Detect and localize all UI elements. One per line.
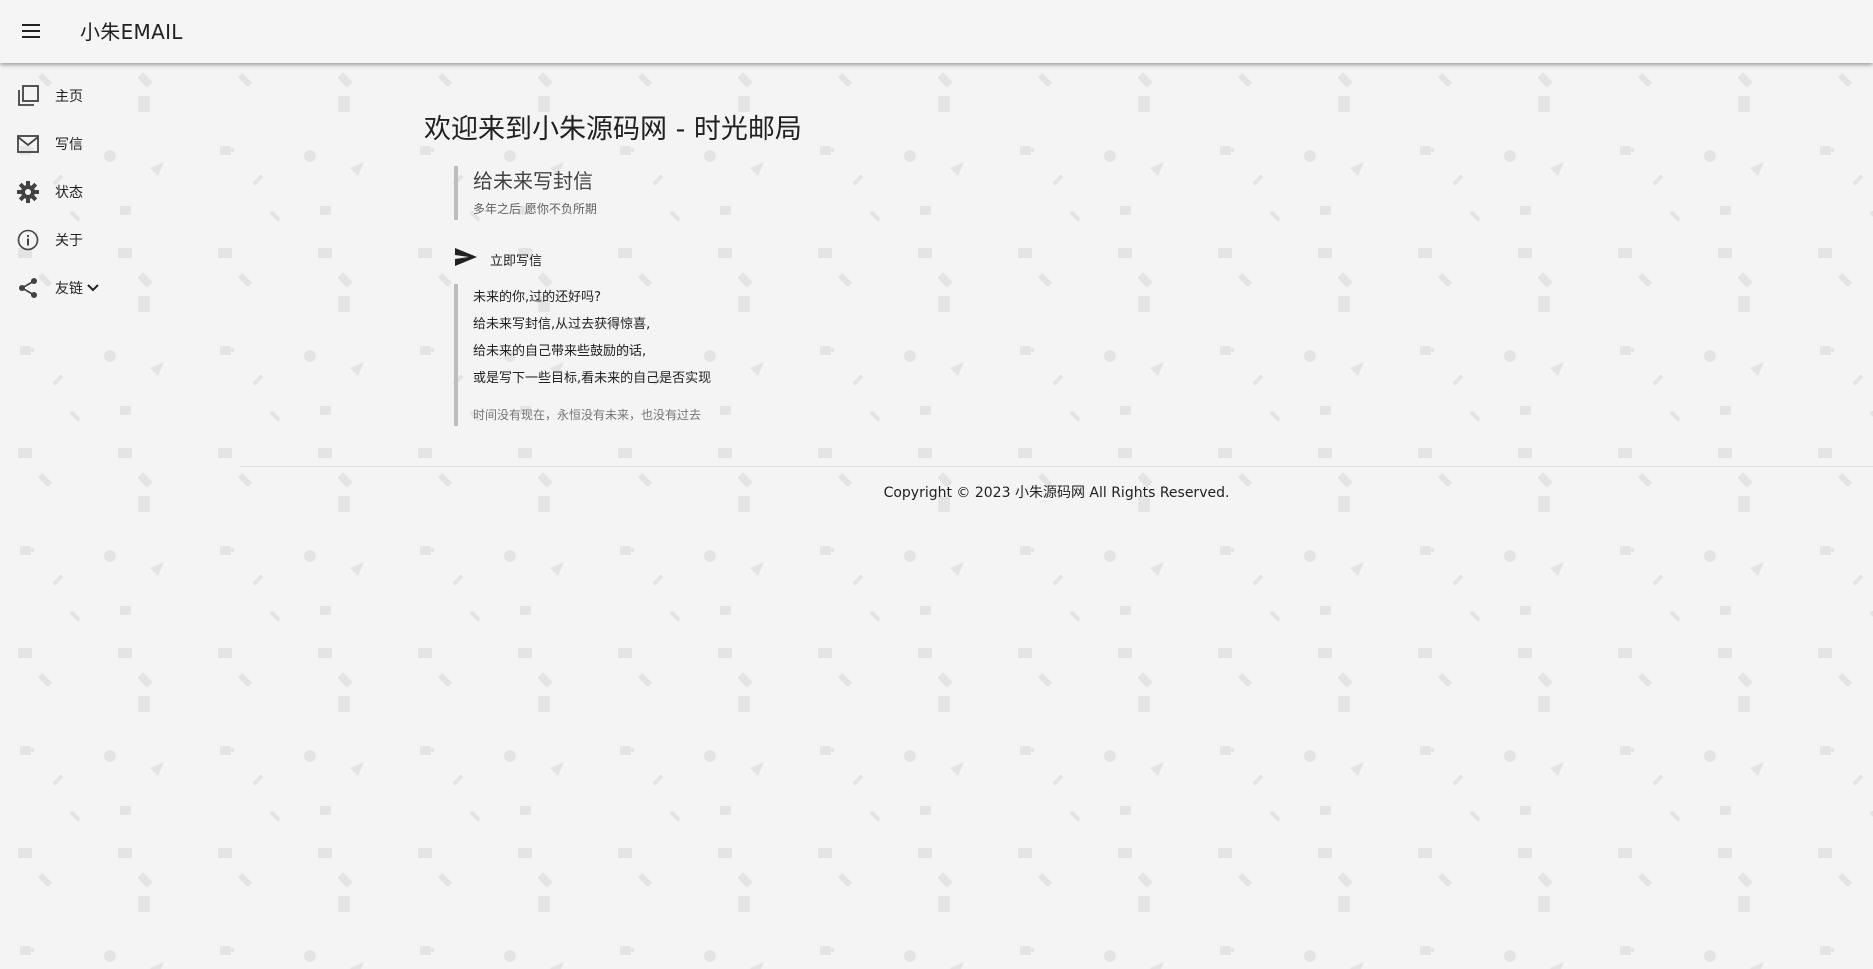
nav-item-about[interactable]: 关于 — [0, 216, 238, 264]
app-bar: 小朱EMAIL — [0, 0, 1873, 63]
nav-item-home[interactable]: 主页 — [0, 72, 238, 120]
main-content: 欢迎来到小朱源码网 - 时光邮局 给未来写封信 多年之后 愿你不负所期 立即写信… — [424, 110, 1124, 426]
poem-block: 未来的你,过的还好吗? 给未来写封信,从过去获得惊喜, 给未来的自己带来些鼓励的… — [454, 284, 1124, 426]
nav-item-label: 写信 — [55, 137, 83, 153]
send-icon — [454, 247, 478, 271]
gear-icon — [16, 180, 40, 204]
nav-item-links[interactable]: 友链 — [0, 264, 238, 312]
library-icon — [16, 84, 40, 108]
poem-line: 或是写下一些目标,看未来的自己是否实现 — [473, 371, 712, 386]
app-title: 小朱EMAIL — [80, 20, 183, 44]
nav-item-label: 状态 — [55, 185, 83, 201]
poem-footer: 时间没有现在，永恒没有未来，也没有过去 — [473, 408, 702, 422]
write-now-button[interactable]: 立即写信 — [454, 244, 1124, 274]
chevron-down-icon[interactable] — [86, 283, 100, 293]
info-icon — [16, 228, 40, 252]
nav-drawer: 主页 写信 状态 关于 友链 — [0, 63, 238, 312]
intro-quote: 给未来写封信 多年之后 愿你不负所期 — [454, 166, 1124, 220]
quote-subtitle: 多年之后 愿你不负所期 — [473, 202, 597, 216]
poem-line: 给未来写封信,从过去获得惊喜, — [473, 317, 651, 332]
nav-item-label: 主页 — [55, 89, 83, 105]
share-icon — [16, 276, 40, 300]
menu-icon — [22, 23, 42, 42]
page-footer: Copyright © 2023 小朱源码网 All Rights Reserv… — [240, 466, 1873, 502]
mail-icon — [16, 132, 40, 156]
write-now-label: 立即写信 — [490, 253, 543, 269]
nav-item-label-wrap: 友链 — [55, 278, 100, 298]
menu-button[interactable] — [16, 16, 48, 48]
nav-item-write[interactable]: 写信 — [0, 120, 238, 168]
page-title: 欢迎来到小朱源码网 - 时光邮局 — [424, 114, 802, 145]
poem-line: 未来的你,过的还好吗? — [473, 290, 602, 305]
nav-item-label: 友链 — [55, 281, 83, 297]
copyright-text: Copyright © 2023 小朱源码网 All Rights Reserv… — [883, 485, 1230, 501]
nav-item-status[interactable]: 状态 — [0, 168, 238, 216]
nav-item-label: 关于 — [55, 233, 83, 249]
poem-line: 给未来的自己带来些鼓励的话, — [473, 344, 647, 359]
quote-title: 给未来写封信 — [473, 169, 593, 193]
